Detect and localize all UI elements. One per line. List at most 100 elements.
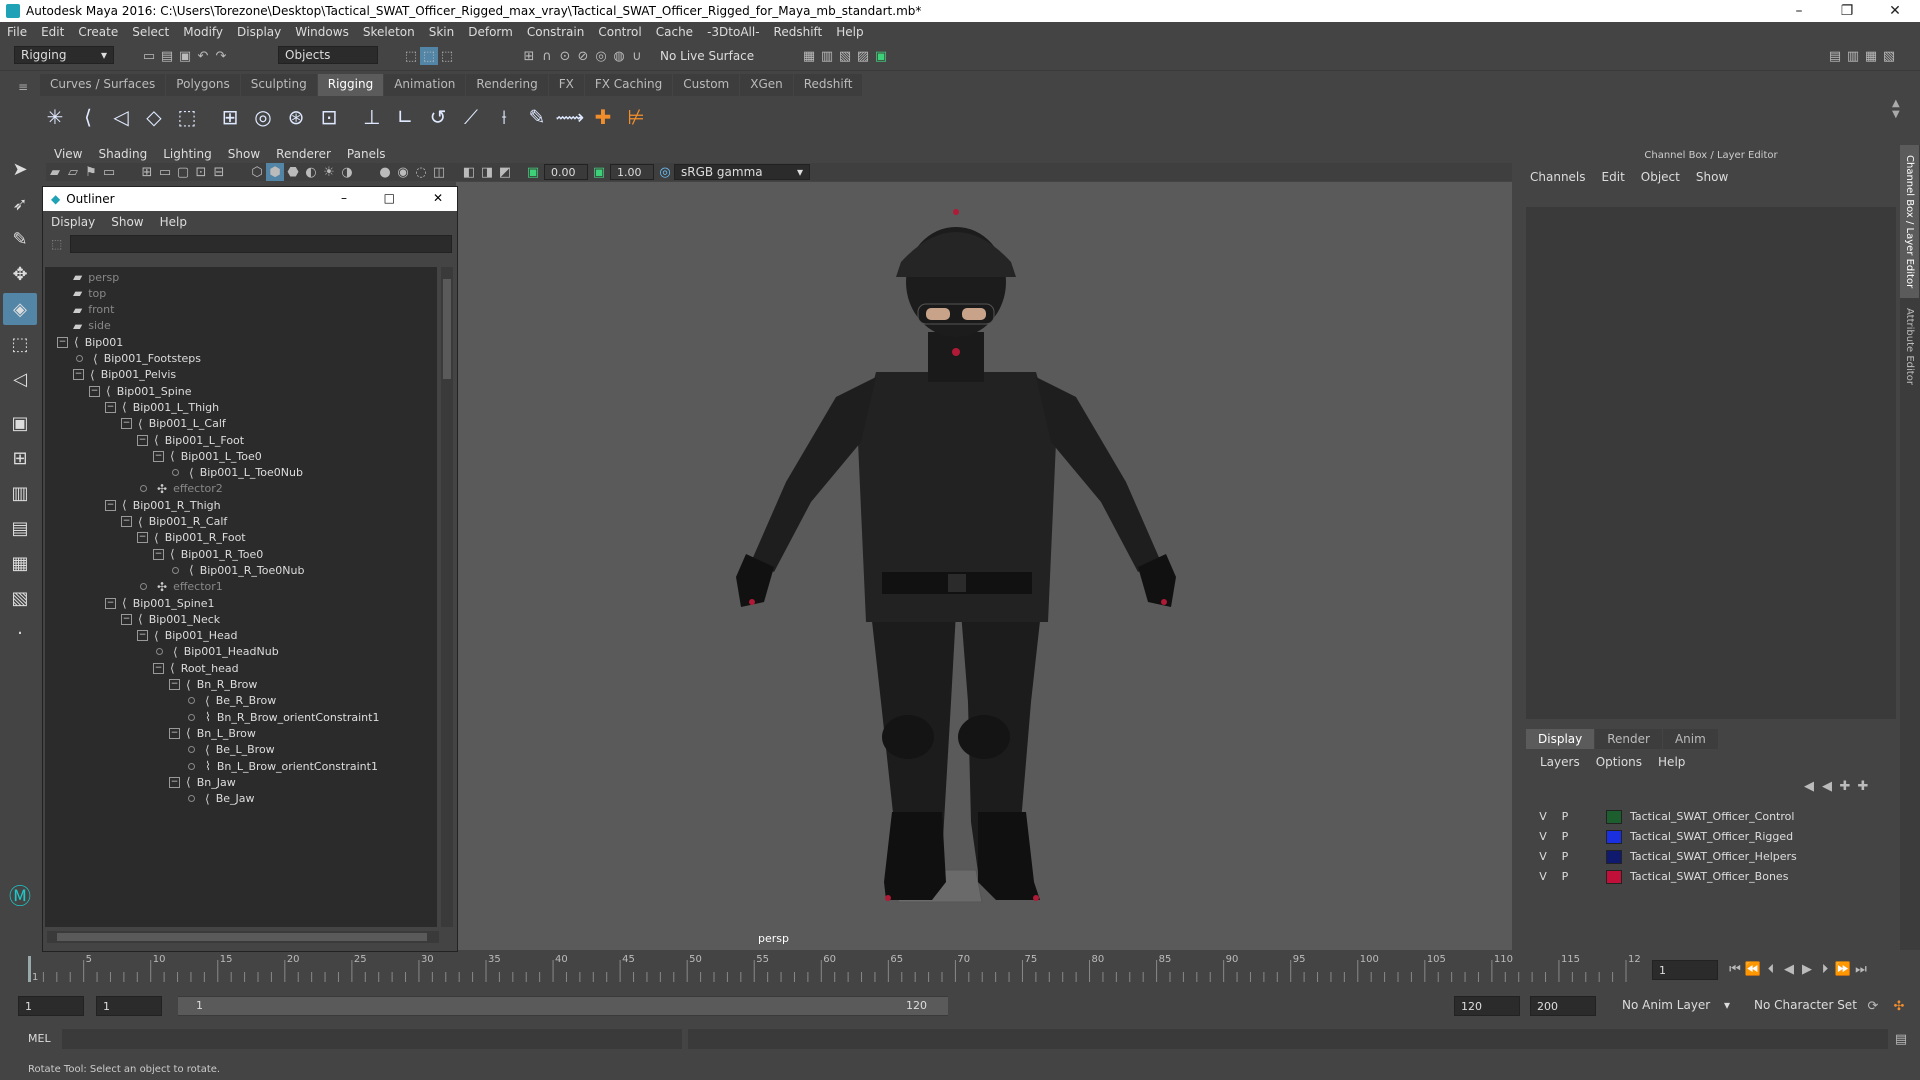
filter-icon[interactable]: ⬚ [51, 237, 62, 251]
move-layer-down-icon[interactable]: ◀ [1818, 777, 1836, 795]
isolate-select-icon[interactable]: ◫ [430, 163, 448, 181]
shelf-tab-rigging[interactable]: Rigging [317, 74, 384, 96]
layer-menu-options[interactable]: Options [1588, 755, 1650, 769]
collapse-icon[interactable]: − [105, 401, 116, 413]
collapse-icon[interactable]: − [121, 418, 132, 430]
menu-cache[interactable]: Cache [649, 25, 700, 39]
live-surface-label[interactable]: No Live Surface [660, 49, 754, 63]
collapse-icon[interactable]: − [137, 630, 148, 642]
viewport-menu-shading[interactable]: Shading [90, 147, 155, 161]
maximize-button[interactable]: □ [384, 191, 395, 205]
close-button[interactable]: ✕ [433, 191, 443, 205]
layer-menu-layers[interactable]: Layers [1532, 755, 1588, 769]
step-forward-key-icon[interactable]: ⏩ [1834, 960, 1852, 978]
ik-spline-icon[interactable]: ◇ [139, 100, 169, 134]
sculpt-deformer-icon[interactable]: ⊛ [281, 100, 311, 134]
step-back-key-icon[interactable]: ⏪ [1744, 960, 1762, 978]
layer-row[interactable]: V P Tactical_SWAT_Officer_Bones [1532, 867, 1892, 886]
persp-graph-layout-icon[interactable]: ▤ [3, 512, 37, 544]
snap-surface-icon[interactable]: ◎ [592, 47, 610, 65]
exposure-icon[interactable]: ▣ [524, 163, 542, 181]
collapse-icon[interactable]: − [169, 776, 180, 788]
xray-joints-icon[interactable]: ◨ [478, 163, 496, 181]
scrollbar-thumb[interactable] [57, 933, 427, 941]
shelf-menu-icon[interactable]: ≡ [18, 80, 28, 94]
collapse-icon[interactable]: − [153, 548, 164, 560]
character-set-dropdown[interactable]: No Character Set [1748, 996, 1868, 1014]
scale-tool-icon[interactable]: ⬚ [3, 328, 37, 360]
layer-menu-help[interactable]: Help [1650, 755, 1693, 769]
step-back-frame-icon[interactable]: ⏴ [1762, 960, 1780, 978]
pole-vector-icon[interactable]: ✎ [522, 100, 552, 134]
shelf-tab-sculpting[interactable]: Sculpting [240, 74, 317, 96]
channel-box-toggle-icon[interactable]: ▧ [1880, 47, 1898, 65]
playback-end-field[interactable]: 120 [1454, 996, 1520, 1016]
viewport-menu-lighting[interactable]: Lighting [155, 147, 220, 161]
menu-skeleton[interactable]: Skeleton [356, 25, 422, 39]
menu-control[interactable]: Control [591, 25, 648, 39]
time-slider[interactable]: 1 5 10 15 20 25 30 35 40 45 50 55 60 65 70 75 80 85 90 95 10… [0, 952, 1920, 984]
menu-help[interactable]: Help [829, 25, 870, 39]
selection-mode-dropdown[interactable]: Objects [278, 46, 378, 64]
modeling-toolkit-icon[interactable]: ▤ [1826, 47, 1844, 65]
channel-menu-show[interactable]: Show [1688, 170, 1736, 184]
four-view-layout-icon[interactable]: ⊞ [3, 442, 37, 474]
go-to-end-icon[interactable]: ⏭ [1852, 960, 1870, 978]
animation-start-field[interactable]: 1 [18, 996, 84, 1016]
persp-hypershade-layout-icon[interactable]: ▦ [3, 547, 37, 579]
menu-constrain[interactable]: Constrain [520, 25, 592, 39]
close-button[interactable]: ✕ [1872, 0, 1918, 22]
collapse-icon[interactable]: − [169, 679, 180, 690]
textured-icon[interactable]: ◐ [302, 163, 320, 181]
camera-attributes-icon[interactable]: ▱ [64, 163, 82, 181]
menu-create[interactable]: Create [71, 25, 125, 39]
range-slider-bar[interactable] [178, 997, 948, 1015]
outliner-horizontal-scrollbar[interactable] [47, 931, 439, 943]
outliner-menu-display[interactable]: Display [43, 215, 103, 229]
perspective-viewport[interactable] [456, 182, 1512, 950]
collapse-icon[interactable]: − [121, 516, 132, 527]
playback-toggle[interactable]: P [1554, 870, 1576, 883]
parent-constraint-icon[interactable]: ∟ [390, 100, 420, 134]
shelf-tab-fx[interactable]: FX [548, 74, 584, 96]
visibility-toggle[interactable]: V [1532, 810, 1554, 823]
gamma-icon[interactable]: ▣ [590, 163, 608, 181]
persp-outliner-layout-icon[interactable]: ▥ [3, 477, 37, 509]
image-plane-icon[interactable]: ▭ [100, 163, 118, 181]
motion-blur-icon[interactable]: ◉ [394, 163, 412, 181]
select-hierarchy-icon[interactable]: ⬚ [402, 47, 420, 65]
layer-row[interactable]: V P Tactical_SWAT_Officer_Helpers [1532, 847, 1892, 866]
make-live-icon[interactable]: ◍ [610, 47, 628, 65]
magnet-icon[interactable]: ∪ [628, 47, 646, 65]
shelf-tab-rendering[interactable]: Rendering [466, 74, 548, 96]
xray-active-icon[interactable]: ◩ [496, 163, 514, 181]
create-joint-icon[interactable]: ✳ [40, 100, 70, 134]
collapse-icon[interactable]: − [105, 499, 116, 511]
layer-color-swatch[interactable] [1606, 809, 1622, 824]
render-view-icon[interactable]: ▨ [854, 47, 872, 65]
script-editor-icon[interactable]: ▤ [1892, 1030, 1910, 1048]
playback-toggle[interactable]: P [1554, 810, 1576, 823]
shelf-tab-animation[interactable]: Animation [384, 74, 466, 96]
channel-menu-object[interactable]: Object [1633, 170, 1688, 184]
viewport-menu-view[interactable]: View [46, 147, 90, 161]
select-object-icon[interactable]: ⬚ [420, 47, 438, 65]
snap-curve-icon[interactable]: ∩ [538, 47, 556, 65]
collapse-icon[interactable]: − [105, 597, 116, 609]
outliner-search-input[interactable] [70, 235, 453, 253]
menu-modify[interactable]: Modify [176, 25, 230, 39]
collapse-icon[interactable]: − [169, 727, 180, 739]
menu-skin[interactable]: Skin [422, 25, 462, 39]
orient-constraint-icon[interactable]: ↺ [423, 100, 453, 134]
color-management-icon[interactable]: ◎ [656, 163, 674, 181]
attribute-editor-toggle-icon[interactable]: ▥ [1844, 47, 1862, 65]
collapse-icon[interactable]: − [73, 369, 84, 381]
collapse-icon[interactable]: − [121, 613, 132, 625]
collapse-icon[interactable]: − [57, 336, 68, 348]
shelf-tab-custom[interactable]: Custom [673, 74, 740, 96]
menu-display[interactable]: Display [230, 25, 288, 39]
viewport-menu-renderer[interactable]: Renderer [268, 147, 339, 161]
snap-point-icon[interactable]: ⊙ [556, 47, 574, 65]
exposure-field[interactable]: 0.00 [544, 164, 588, 180]
menu-redshift[interactable]: Redshift [767, 25, 830, 39]
